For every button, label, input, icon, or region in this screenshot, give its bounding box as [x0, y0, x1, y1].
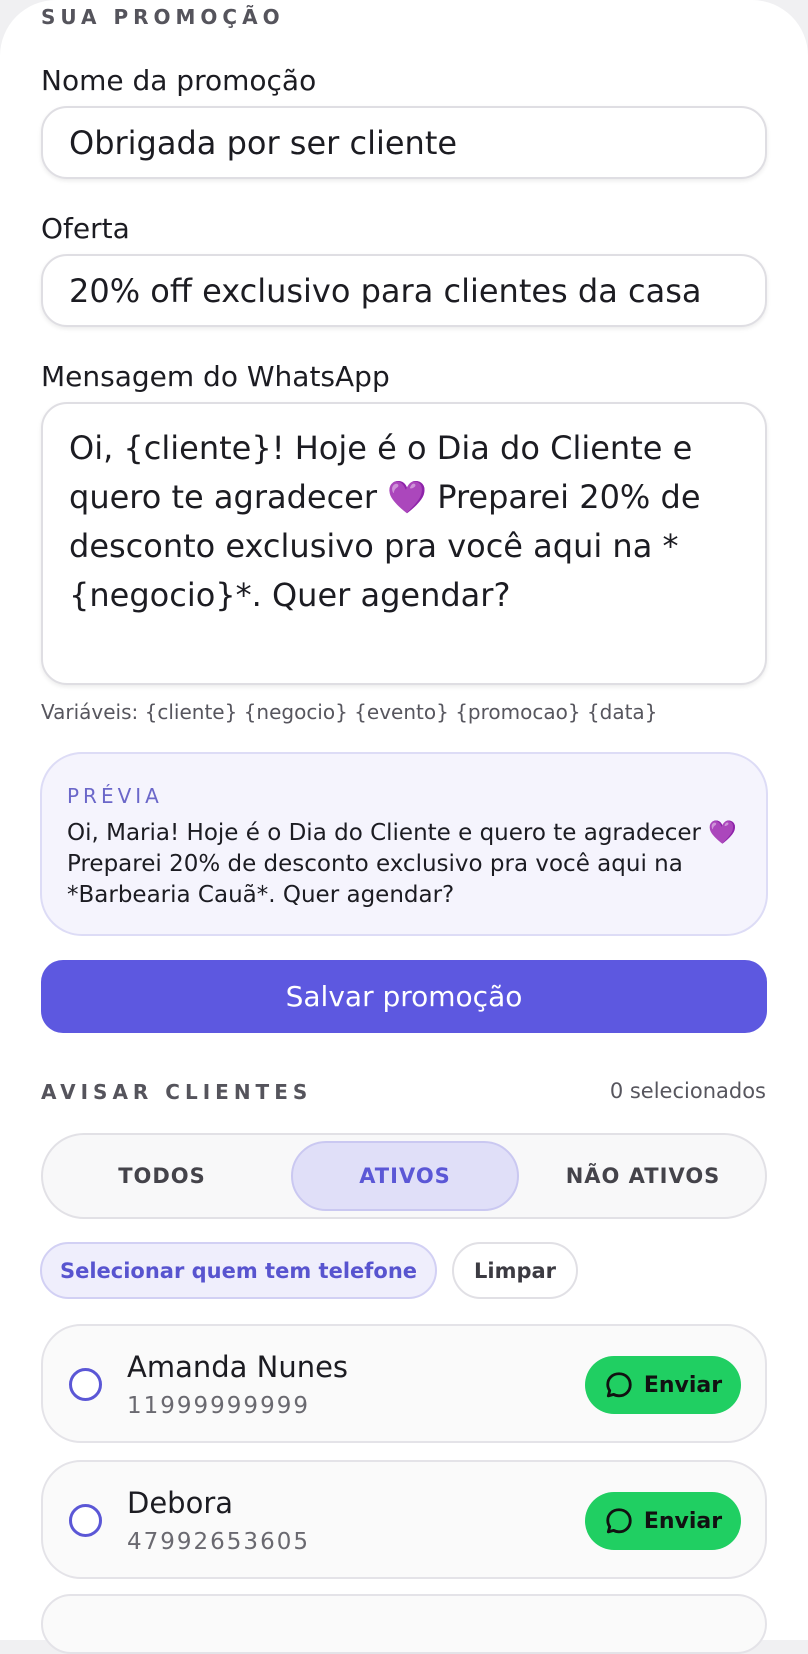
client-filter-segmented-control: TODOS ATIVOS NÃO ATIVOS	[41, 1133, 767, 1219]
message-preview-card: PRÉVIA Oi, Maria! Hoje é o Dia do Client…	[40, 752, 768, 936]
offer-label: Oferta	[41, 212, 130, 245]
chat-bubble-icon	[606, 1372, 632, 1398]
send-whatsapp-button[interactable]: Enviar	[585, 1356, 741, 1414]
filter-tab-todos[interactable]: TODOS	[51, 1141, 273, 1211]
variables-hint: Variáveis: {cliente} {negocio} {evento} …	[41, 700, 658, 724]
client-select-radio[interactable]	[69, 1504, 102, 1537]
promotion-name-input[interactable]: Obrigada por ser cliente	[41, 106, 767, 179]
section-title: SUA PROMOÇÃO	[41, 5, 285, 29]
notify-clients-title: AVISAR CLIENTES	[41, 1080, 313, 1104]
selected-count: 0 selecionados	[609, 1079, 766, 1103]
promotion-name-value: Obrigada por ser cliente	[69, 123, 458, 162]
offer-input[interactable]: 20% off exclusivo para clientes da casa	[41, 254, 767, 327]
send-whatsapp-button[interactable]: Enviar	[585, 1492, 741, 1550]
client-phone: 11999999999	[127, 1393, 310, 1419]
select-with-phone-button[interactable]: Selecionar quem tem telefone	[40, 1242, 437, 1299]
preview-text: Oi, Maria! Hoje é o Dia do Cliente e que…	[67, 820, 745, 908]
client-name: Amanda Nunes	[127, 1350, 349, 1384]
offer-value: 20% off exclusivo para clientes da casa	[69, 271, 702, 310]
send-label: Enviar	[643, 1372, 723, 1398]
filter-tab-ativos[interactable]: ATIVOS	[291, 1141, 519, 1211]
clear-selection-button[interactable]: Limpar	[452, 1242, 578, 1299]
whatsapp-message-label: Mensagem do WhatsApp	[41, 360, 390, 393]
promotion-sheet: SUA PROMOÇÃO Nome da promoção Obrigada p…	[0, 0, 808, 1654]
send-label: Enviar	[643, 1508, 723, 1534]
client-select-radio[interactable]	[69, 1368, 102, 1401]
save-promotion-button[interactable]: Salvar promoção	[41, 960, 767, 1033]
whatsapp-message-textarea[interactable]: Oi, {cliente}! Hoje é o Dia do Cliente e…	[41, 402, 767, 685]
filter-tab-nao-ativos[interactable]: NÃO ATIVOS	[527, 1141, 759, 1211]
client-row-partial[interactable]	[41, 1594, 767, 1654]
client-name: Debora	[127, 1486, 234, 1520]
preview-title: PRÉVIA	[67, 784, 163, 808]
client-phone: 47992653605	[127, 1529, 310, 1555]
client-row[interactable]: Debora 47992653605 Enviar	[41, 1460, 767, 1579]
chat-bubble-icon	[606, 1508, 632, 1534]
promotion-name-label: Nome da promoção	[41, 64, 317, 97]
client-row[interactable]: Amanda Nunes 11999999999 Enviar	[41, 1324, 767, 1443]
